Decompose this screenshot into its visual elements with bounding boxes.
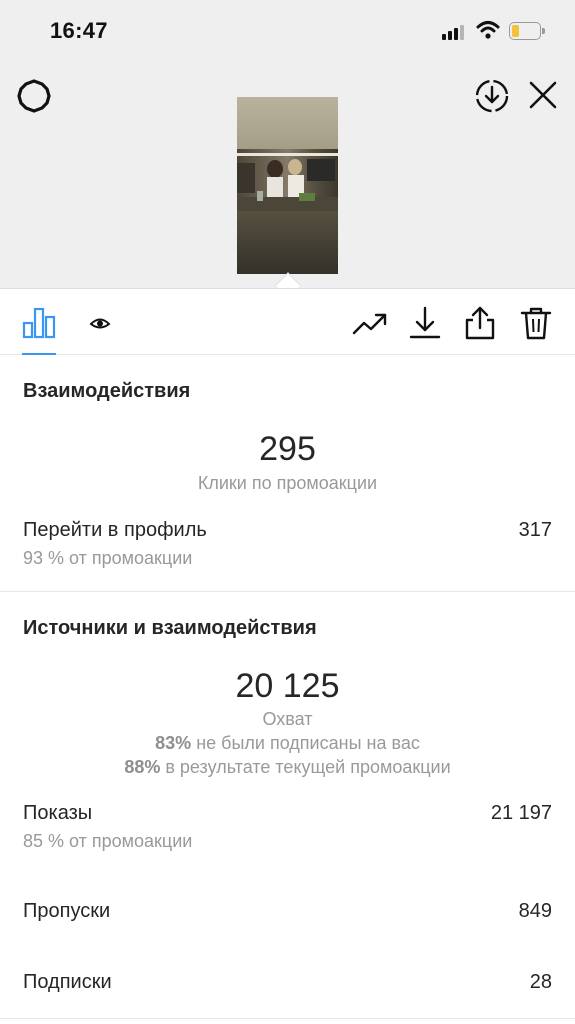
discovery-title: Источники и взаимодействия — [23, 617, 317, 639]
not-following-stat: 83% не были подписаны на вас — [0, 733, 575, 754]
impressions-sub: 85 % от промоакции — [23, 831, 193, 851]
story-thumbnail[interactable] — [237, 97, 338, 274]
section-divider — [0, 591, 575, 592]
trash-icon — [520, 307, 552, 340]
share-icon — [465, 306, 495, 340]
impressions-value: 21 197 — [490, 802, 552, 824]
skips-value: 849 — [518, 900, 552, 922]
download-button[interactable] — [407, 305, 443, 341]
share-button[interactable] — [462, 305, 498, 341]
settings-icon[interactable] — [14, 76, 54, 116]
follows-value: 28 — [529, 971, 552, 993]
story-preview-area: 16:47 — [0, 0, 575, 288]
reach-label: Охват — [262, 709, 313, 729]
impressions-label: Показы — [23, 802, 93, 824]
cellular-signal-icon — [442, 24, 466, 40]
interactions-title: Взаимодействия — [23, 380, 191, 402]
from-promo-text: в результате текущей промоакции — [160, 757, 451, 777]
from-promo-pct: 88% — [124, 757, 161, 777]
tab-insights[interactable] — [22, 305, 56, 339]
profile-visits-label: Перейти в профиль — [23, 519, 207, 541]
tab-viewers[interactable] — [88, 311, 112, 335]
not-following-text: не были подписаны на вас — [191, 733, 420, 753]
profile-visits-value: 317 — [518, 519, 552, 541]
skips-label: Пропуски — [23, 900, 111, 922]
promo-clicks-value: 295 — [259, 430, 316, 468]
story-toolbar — [0, 288, 575, 355]
close-icon[interactable] — [524, 76, 562, 114]
delete-button[interactable] — [518, 305, 554, 341]
status-bar: 16:47 — [0, 0, 575, 62]
save-story-icon[interactable] — [472, 76, 512, 116]
active-tab-indicator — [22, 353, 56, 355]
wifi-icon — [476, 21, 500, 39]
from-promo-stat: 88% в результате текущей промоакции — [0, 757, 575, 778]
bar-chart-icon — [22, 307, 56, 339]
profile-visits-sub: 93 % от промоакции — [23, 548, 193, 568]
trending-up-icon — [352, 313, 387, 335]
eye-icon — [89, 318, 111, 329]
battery-icon — [509, 22, 545, 40]
bottom-divider — [0, 1018, 575, 1019]
reach-value: 20 125 — [235, 667, 340, 705]
promo-clicks-label: Клики по промоакции — [197, 473, 378, 493]
not-following-pct: 83% — [155, 733, 192, 753]
follows-label: Подписки — [23, 971, 112, 993]
download-icon — [409, 306, 441, 339]
promote-button[interactable] — [352, 305, 388, 341]
status-time: 16:47 — [50, 18, 108, 43]
